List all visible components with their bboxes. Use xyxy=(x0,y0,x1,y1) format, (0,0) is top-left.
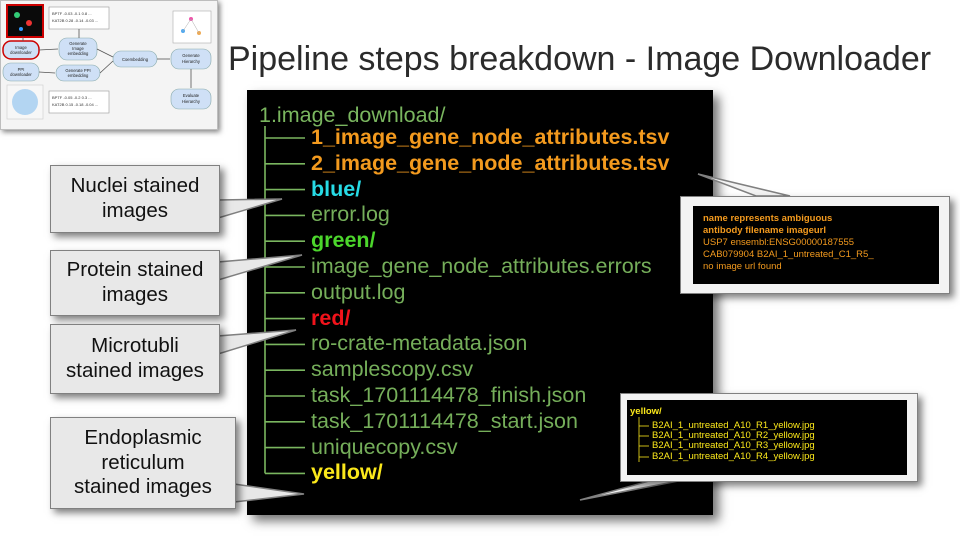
tree-entry: red/ xyxy=(311,305,351,330)
callout-nuclei-line-2: images xyxy=(101,199,169,222)
callout-microtubli: Microtubli stained images xyxy=(50,324,220,394)
tree-entry: samplescopy.csv xyxy=(311,357,474,382)
svg-text:Hierarchy: Hierarchy xyxy=(182,59,201,64)
svg-text:downloader: downloader xyxy=(10,50,32,55)
callout-er-line-2: reticulum xyxy=(101,450,185,474)
callout-protein-line-2: images xyxy=(101,283,169,306)
tree-entry: blue/ xyxy=(311,176,362,201)
tree-entry: image_gene_node_attributes.errors xyxy=(311,254,652,278)
tree-entry: output.log xyxy=(311,279,406,304)
error-header-1: name represents ambiguous xyxy=(703,213,833,224)
pipeline-diagram: BPTF -0.03 -0.1 0.8 ... KAT2B 0.28 -0.14… xyxy=(2,4,212,120)
error-row-1: USP7 ensembl:ENSG00000187555 xyxy=(703,237,855,248)
callout-er-line-1: Endoplasmic xyxy=(84,426,202,450)
tree-entry: ro-crate-metadata.json xyxy=(311,331,528,356)
yellow-file-3: B2AI_1_untreated_A10_R3_yellow.jpg xyxy=(652,440,815,451)
svg-text:Coembedding: Coembedding xyxy=(122,57,149,62)
svg-text:downloader: downloader xyxy=(10,72,32,77)
page-title: Pipeline steps breakdown - Image Downloa… xyxy=(228,40,932,78)
error-row-2: CAB079904 B2AI_1_untreated_C1_R5_ xyxy=(703,249,874,260)
cell-image-thumbnail xyxy=(6,4,44,38)
error-log-content: name represents ambiguous antibody filen… xyxy=(693,206,939,284)
tree-entry: task_1701114478_start.json xyxy=(311,408,578,433)
hierarchy-thumbnail xyxy=(172,10,212,44)
callout-er-line-3: stained images xyxy=(74,475,212,499)
tree-entry: yellow/ xyxy=(311,460,383,485)
svg-text:Hierarchy: Hierarchy xyxy=(182,99,201,104)
svg-text:Generate: Generate xyxy=(182,53,200,58)
callout-protein: Protein stained images xyxy=(50,250,220,316)
callout-microtubli-line-1: Microtubli xyxy=(91,334,179,358)
svg-text:embedding: embedding xyxy=(68,51,89,56)
svg-text:embedding: embedding xyxy=(68,73,89,78)
tree-entry: error.log xyxy=(311,202,390,227)
table-top-row-1: BPTF -0.03 -0.1 0.8 ... xyxy=(52,11,92,16)
yellow-file-4: B2AI_1_untreated_A10_R4_yellow.jpg xyxy=(652,451,815,462)
tree-entry: green/ xyxy=(311,228,376,253)
tree-entry: 1_image_gene_node_attributes.tsv xyxy=(311,125,670,149)
tree-entry: uniquecopy.csv xyxy=(311,434,458,459)
tree-entry: 2_image_gene_node_attributes.tsv xyxy=(311,150,670,175)
callout-microtubli-line-2: stained images xyxy=(66,359,204,382)
tree-entry: task_1701114478_finish.json xyxy=(311,383,587,407)
error-header-2: antibody filename imageurl xyxy=(703,225,826,236)
table-bottom-row-1: BPTF -0.05 -0.2 0.3 ... xyxy=(52,95,92,100)
table-top-row-2: KAT2B 0.28 -0.14 -0.03 ... xyxy=(52,18,98,23)
pipeline-thumbnail: BPTF -0.03 -0.1 0.8 ... KAT2B 0.28 -0.14… xyxy=(0,0,218,130)
callout-endoplasmic-reticulum: Endoplasmic reticulum stained images xyxy=(50,417,236,509)
error-row-3: no image url found xyxy=(703,261,782,272)
svg-text:Evaluate: Evaluate xyxy=(183,93,200,98)
table-bottom-row-2: KAT2B 0.15 -0.18 -0.04 ... xyxy=(52,102,98,107)
callout-nuclei: Nuclei stained images xyxy=(50,165,220,233)
pipeline-arrows xyxy=(22,29,192,88)
callout-nuclei-line-1: Nuclei stained xyxy=(70,174,200,198)
yellow-folder-name: yellow/ xyxy=(630,406,662,417)
callout-protein-line-1: Protein stained xyxy=(66,258,204,282)
yellow-folder-content: yellow/ B2AI_1_untreated_A10_R1_yellow.j… xyxy=(627,400,907,475)
error-log-inset: name represents ambiguous antibody filen… xyxy=(680,196,950,294)
yellow-folder-inset: yellow/ B2AI_1_untreated_A10_R1_yellow.j… xyxy=(620,393,918,482)
